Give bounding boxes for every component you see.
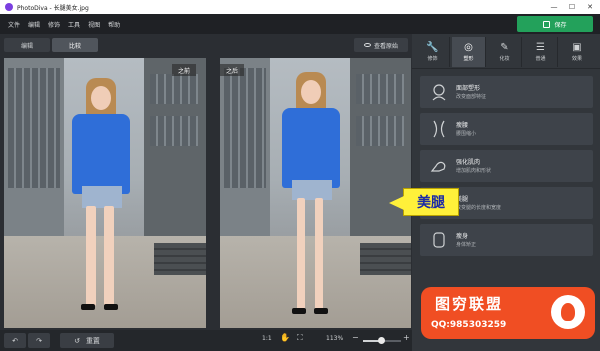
tab-effects[interactable]: ▣ 效果 <box>560 37 594 67</box>
before-photo: 之前 <box>4 58 206 328</box>
save-label: 保存 <box>554 21 567 29</box>
reset-label: 重置 <box>85 336 100 345</box>
tool-muscle[interactable]: 强化肌肉 增加肌肉和形状 <box>420 150 593 182</box>
reset-button[interactable]: ↺ 重置 <box>60 333 114 348</box>
zoom-slider-knob[interactable] <box>378 337 385 344</box>
sidebar-divider <box>412 68 600 69</box>
compare-canvas: 之前 之后 <box>0 56 412 330</box>
close-icon[interactable]: ✕ <box>581 0 599 14</box>
tab-sculpt[interactable]: ◎ 塑形 <box>452 37 486 67</box>
tab-general-label: 普通 <box>535 56 546 62</box>
hand-icon[interactable]: ✋ <box>280 333 290 342</box>
menu-file[interactable]: 文件 <box>8 20 20 29</box>
eye-icon <box>363 43 371 47</box>
tab-edit[interactable]: 编辑 <box>4 38 50 52</box>
model-figure-before <box>66 78 136 318</box>
tool-muscle-name: 强化肌肉 <box>456 159 481 166</box>
shape-icon: ◎ <box>464 42 473 53</box>
zoom-slider[interactable] <box>363 337 401 344</box>
menu-help[interactable]: 帮助 <box>108 20 120 29</box>
zoom-out-icon[interactable]: − <box>352 333 359 342</box>
undo-icon: ↶ <box>12 336 18 345</box>
tool-face-shape[interactable]: 面部塑形 改变面部特征 <box>420 76 593 108</box>
after-label: 之后 <box>220 64 245 76</box>
undo-button[interactable]: ↶ <box>4 333 26 348</box>
body-icon <box>428 229 450 251</box>
wrench-icon: 🔧 <box>426 42 439 53</box>
tab-makeup[interactable]: ✎ 化妆 <box>488 37 522 67</box>
legs-callout: 美腿 <box>389 188 459 216</box>
waist-icon <box>428 118 450 140</box>
view-original-button[interactable]: 查看原始 <box>354 38 408 52</box>
window-title: PhotoDiva - 长腿美女.jpg <box>17 4 89 12</box>
save-icon <box>543 20 551 28</box>
tab-makeup-label: 化妆 <box>499 56 510 62</box>
title-bar: PhotoDiva - 长腿美女.jpg — ☐ ✕ <box>0 0 600 14</box>
fit-screen-icon[interactable]: ⛶ <box>297 333 303 343</box>
face-shape-icon <box>428 81 450 103</box>
sliders-icon: ☰ <box>536 42 545 53</box>
tool-slim-waist-desc: 腰围缩小 <box>456 131 477 137</box>
tool-face-shape-desc: 改变面部特征 <box>456 94 487 100</box>
view-toolbar: 编辑 比较 查看原始 <box>0 34 412 56</box>
watermark-title: 图穷联盟 <box>435 295 504 313</box>
tool-slim-waist[interactable]: 瘦腰 腰围缩小 <box>420 113 593 145</box>
menu-edit[interactable]: 编辑 <box>28 20 40 29</box>
maximize-icon[interactable]: ☐ <box>563 0 581 14</box>
muscle-icon <box>428 155 450 177</box>
tool-muscle-desc: 增加肌肉和形状 <box>456 168 492 174</box>
tab-sculpt-label: 塑形 <box>463 56 474 62</box>
minimize-icon[interactable]: — <box>545 0 563 14</box>
callout-text: 美腿 <box>417 195 445 211</box>
view-original-label: 查看原始 <box>373 42 398 50</box>
app-logo-icon <box>5 3 13 11</box>
tool-face-shape-name: 面部塑形 <box>456 85 481 92</box>
tool-legs-desc: 改变腿的长度和宽度 <box>456 205 502 211</box>
tab-compare[interactable]: 比较 <box>52 38 98 52</box>
redo-button[interactable]: ↷ <box>28 333 50 348</box>
tool-slim-waist-name: 瘦腰 <box>456 122 469 129</box>
menu-tools[interactable]: 工具 <box>68 20 80 29</box>
callout-arrow-icon <box>389 196 404 210</box>
tab-retouch-label: 修饰 <box>427 56 438 62</box>
tool-slim-body-name: 瘦身 <box>456 233 469 240</box>
zoom-in-icon[interactable]: + <box>403 333 410 342</box>
makeup-icon: ✎ <box>500 42 509 53</box>
bottom-bar: ↶ ↷ ↺ 重置 1:1 ✋ ⛶ 113% − + <box>0 330 412 351</box>
tab-effects-label: 效果 <box>571 56 582 62</box>
zoom-level: 113% <box>326 335 344 342</box>
reset-icon: ↺ <box>74 336 80 345</box>
tool-slim-body-desc: 身体矫正 <box>456 242 477 248</box>
tool-slim-body[interactable]: 瘦身 身体矫正 <box>420 224 593 256</box>
model-figure-after <box>276 72 346 322</box>
one-to-one-button[interactable]: 1:1 <box>262 335 272 342</box>
redo-icon: ↷ <box>36 336 42 345</box>
watermark-logo: 图穷联盟 QQ:985303259 <box>421 287 595 339</box>
menu-retouch[interactable]: 修饰 <box>48 20 60 29</box>
effects-icon: ▣ <box>572 42 582 53</box>
save-button[interactable]: 保存 <box>517 16 593 32</box>
before-label: 之前 <box>172 64 197 76</box>
after-photo: 之后 <box>220 58 411 328</box>
tab-retouch[interactable]: 🔧 修饰 <box>416 37 450 67</box>
flame-icon <box>551 295 585 329</box>
menu-view[interactable]: 视图 <box>88 20 100 29</box>
tab-general[interactable]: ☰ 普通 <box>524 37 558 67</box>
app-window: PhotoDiva - 长腿美女.jpg — ☐ ✕ 文件 编辑 修饰 工具 视… <box>0 0 600 351</box>
menu-bar: 文件 编辑 修饰 工具 视图 帮助 <box>0 14 600 34</box>
watermark-qq: QQ:985303259 <box>431 320 507 330</box>
